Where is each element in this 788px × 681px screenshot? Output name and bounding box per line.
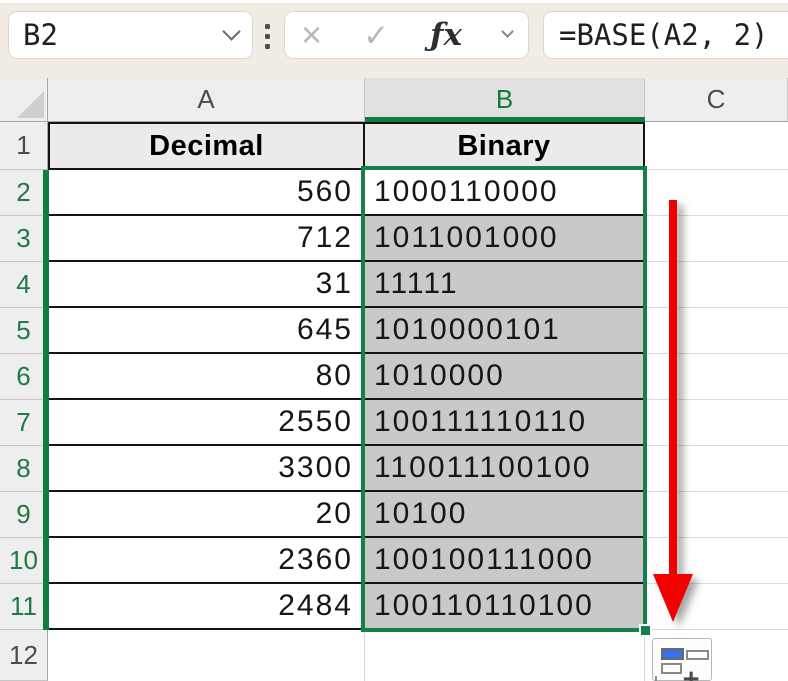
cell-a1[interactable]: Decimal: [48, 122, 365, 170]
cell-b8[interactable]: 110011100100: [365, 446, 645, 492]
down-arrow-icon: [645, 190, 701, 635]
red-arrow-annotation: [645, 190, 701, 635]
row-header-11[interactable]: 11: [0, 584, 48, 630]
enter-icon[interactable]: ✓: [363, 20, 389, 51]
row-headers-selection-accent: [43, 170, 49, 630]
formula-input[interactable]: =BASE(A2, 2): [543, 11, 788, 59]
cell-b4[interactable]: 11111: [365, 262, 645, 308]
cell-b6[interactable]: 1010000: [365, 354, 645, 400]
column-header-c[interactable]: C: [645, 78, 788, 122]
formula-buttons-group: × ✓ ƒx: [284, 11, 529, 59]
cell-a8[interactable]: 3300: [48, 446, 365, 492]
column-header-b[interactable]: B: [365, 78, 645, 122]
row-header-6[interactable]: 6: [0, 354, 48, 400]
formula-bar-row: B2 × ✓ ƒx =BASE(A2, 2): [0, 0, 788, 78]
row-header-7[interactable]: 7: [0, 400, 48, 446]
cancel-icon[interactable]: ×: [301, 17, 322, 53]
select-all-button[interactable]: [0, 78, 48, 122]
cell-a7[interactable]: 2550: [48, 400, 365, 446]
cell-a2[interactable]: 560: [48, 170, 365, 216]
chevron-down-icon[interactable]: [501, 25, 514, 38]
cell-b2-active[interactable]: 1000110000: [365, 170, 645, 216]
auto-fill-options-button[interactable]: +: [652, 638, 712, 681]
cell-a6[interactable]: 80: [48, 354, 365, 400]
cell-b11[interactable]: 100110110100: [365, 584, 645, 630]
insert-function-icon[interactable]: ƒx: [430, 20, 462, 51]
column-header-a[interactable]: A: [48, 78, 365, 122]
autofill-icon-blue-cell: [661, 648, 684, 660]
formula-text: =BASE(A2, 2): [559, 18, 769, 52]
column-b-selection-accent: [365, 117, 645, 122]
cell-a9[interactable]: 20: [48, 492, 365, 538]
autofill-icon-dashed-cell: [655, 676, 675, 681]
row-header-10[interactable]: 10: [0, 538, 48, 584]
row-header-3[interactable]: 3: [0, 216, 48, 262]
row-header-12[interactable]: 12: [0, 630, 48, 681]
cell-b12[interactable]: [365, 630, 645, 681]
cell-c1[interactable]: [645, 122, 788, 170]
autofill-icon-cell: [661, 663, 682, 674]
row-header-9[interactable]: 9: [0, 492, 48, 538]
cell-b10[interactable]: 100100111000: [365, 538, 645, 584]
cell-b9[interactable]: 10100: [365, 492, 645, 538]
cell-a3[interactable]: 712: [48, 216, 365, 262]
cell-b3[interactable]: 1011001000: [365, 216, 645, 262]
row-header-4[interactable]: 4: [0, 262, 48, 308]
select-all-icon: [17, 91, 44, 118]
row-header-8[interactable]: 8: [0, 446, 48, 492]
cell-b5[interactable]: 1010000101: [365, 308, 645, 354]
autofill-icon-cell: [686, 650, 709, 660]
row-header-5[interactable]: 5: [0, 308, 48, 354]
cell-a11[interactable]: 2484: [48, 584, 365, 630]
row-header-2[interactable]: 2: [0, 170, 48, 216]
cell-a12[interactable]: [48, 630, 365, 681]
cell-a10[interactable]: 2360: [48, 538, 365, 584]
cell-a4[interactable]: 31: [48, 262, 365, 308]
plus-icon: +: [683, 665, 699, 681]
row-header-1[interactable]: 1: [0, 122, 48, 170]
cell-b7[interactable]: 100111110110: [365, 400, 645, 446]
chevron-down-icon[interactable]: [222, 22, 240, 40]
name-box[interactable]: B2: [8, 11, 253, 59]
cell-a5[interactable]: 645: [48, 308, 365, 354]
cell-b1[interactable]: Binary: [365, 122, 645, 170]
excel-window: B2 × ✓ ƒx =BASE(A2, 2) A B C 1 Decimal B…: [0, 0, 788, 681]
drag-handle-icon[interactable]: [258, 16, 276, 56]
name-box-value: B2: [23, 18, 225, 52]
